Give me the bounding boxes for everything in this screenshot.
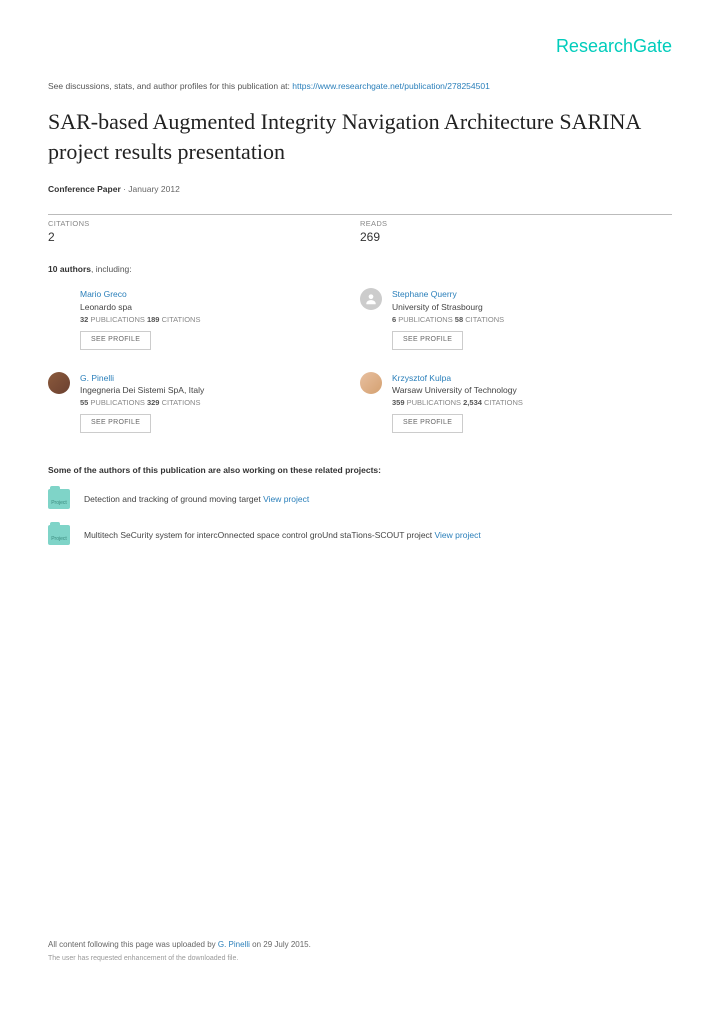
project-text: Detection and tracking of ground moving …: [84, 494, 309, 504]
author-stats: 55 PUBLICATIONS 329 CITATIONS: [80, 397, 204, 408]
author-card: Krzysztof KulpaWarsaw University of Tech…: [360, 372, 672, 433]
authors-count: 10 authors, including:: [48, 264, 672, 274]
author-stats: 32 PUBLICATIONS 189 CITATIONS: [80, 314, 200, 325]
project-row: Project Detection and tracking of ground …: [48, 489, 672, 509]
avatar: [48, 372, 70, 394]
projects-heading: Some of the authors of this publication …: [48, 465, 672, 475]
enhancement-note: The user has requested enhancement of th…: [48, 955, 672, 962]
author-stats: 359 PUBLICATIONS 2,534 CITATIONS: [392, 397, 523, 408]
paper-meta: Conference Paper · January 2012: [48, 184, 672, 194]
see-profile-button[interactable]: SEE PROFILE: [80, 331, 151, 350]
author-affiliation: Ingegneria Dei Sistemi SpA, Italy: [80, 384, 204, 397]
publication-link[interactable]: https://www.researchgate.net/publication…: [292, 81, 490, 91]
see-profile-button[interactable]: SEE PROFILE: [80, 414, 151, 433]
citations-label: CITATIONS: [48, 219, 360, 228]
view-project-link[interactable]: View project: [435, 530, 481, 540]
reads-value: 269: [360, 230, 672, 244]
view-project-link[interactable]: View project: [263, 494, 309, 504]
avatar: [360, 372, 382, 394]
upload-note: All content following this page was uplo…: [48, 940, 672, 949]
uploader-link[interactable]: G. Pinelli: [218, 940, 250, 949]
avatar-placeholder-icon: [360, 288, 382, 310]
author-name-link[interactable]: Mario Greco: [80, 288, 200, 301]
project-row: Project Multitech SeCurity system for int…: [48, 525, 672, 545]
paper-title: SAR-based Augmented Integrity Navigation…: [48, 107, 672, 166]
author-name-link[interactable]: G. Pinelli: [80, 372, 204, 385]
citations-value: 2: [48, 230, 360, 244]
see-profile-button[interactable]: SEE PROFILE: [392, 414, 463, 433]
author-affiliation: University of Strasbourg: [392, 301, 504, 314]
intro-line: See discussions, stats, and author profi…: [48, 81, 672, 91]
project-icon: Project: [48, 525, 70, 545]
author-stats: 6 PUBLICATIONS 58 CITATIONS: [392, 314, 504, 325]
author-card: G. PinelliIngegneria Dei Sistemi SpA, It…: [48, 372, 360, 433]
author-name-link[interactable]: Stephane Querry: [392, 288, 504, 301]
author-card: Stephane QuerryUniversity of Strasbourg6…: [360, 288, 672, 349]
author-name-link[interactable]: Krzysztof Kulpa: [392, 372, 523, 385]
researchgate-logo: ResearchGate: [48, 36, 672, 57]
project-text: Multitech SeCurity system for intercOnne…: [84, 530, 481, 540]
reads-label: READS: [360, 219, 672, 228]
author-card: Mario GrecoLeonardo spa32 PUBLICATIONS 1…: [48, 288, 360, 349]
see-profile-button[interactable]: SEE PROFILE: [392, 331, 463, 350]
project-icon: Project: [48, 489, 70, 509]
author-affiliation: Leonardo spa: [80, 301, 200, 314]
author-affiliation: Warsaw University of Technology: [392, 384, 523, 397]
